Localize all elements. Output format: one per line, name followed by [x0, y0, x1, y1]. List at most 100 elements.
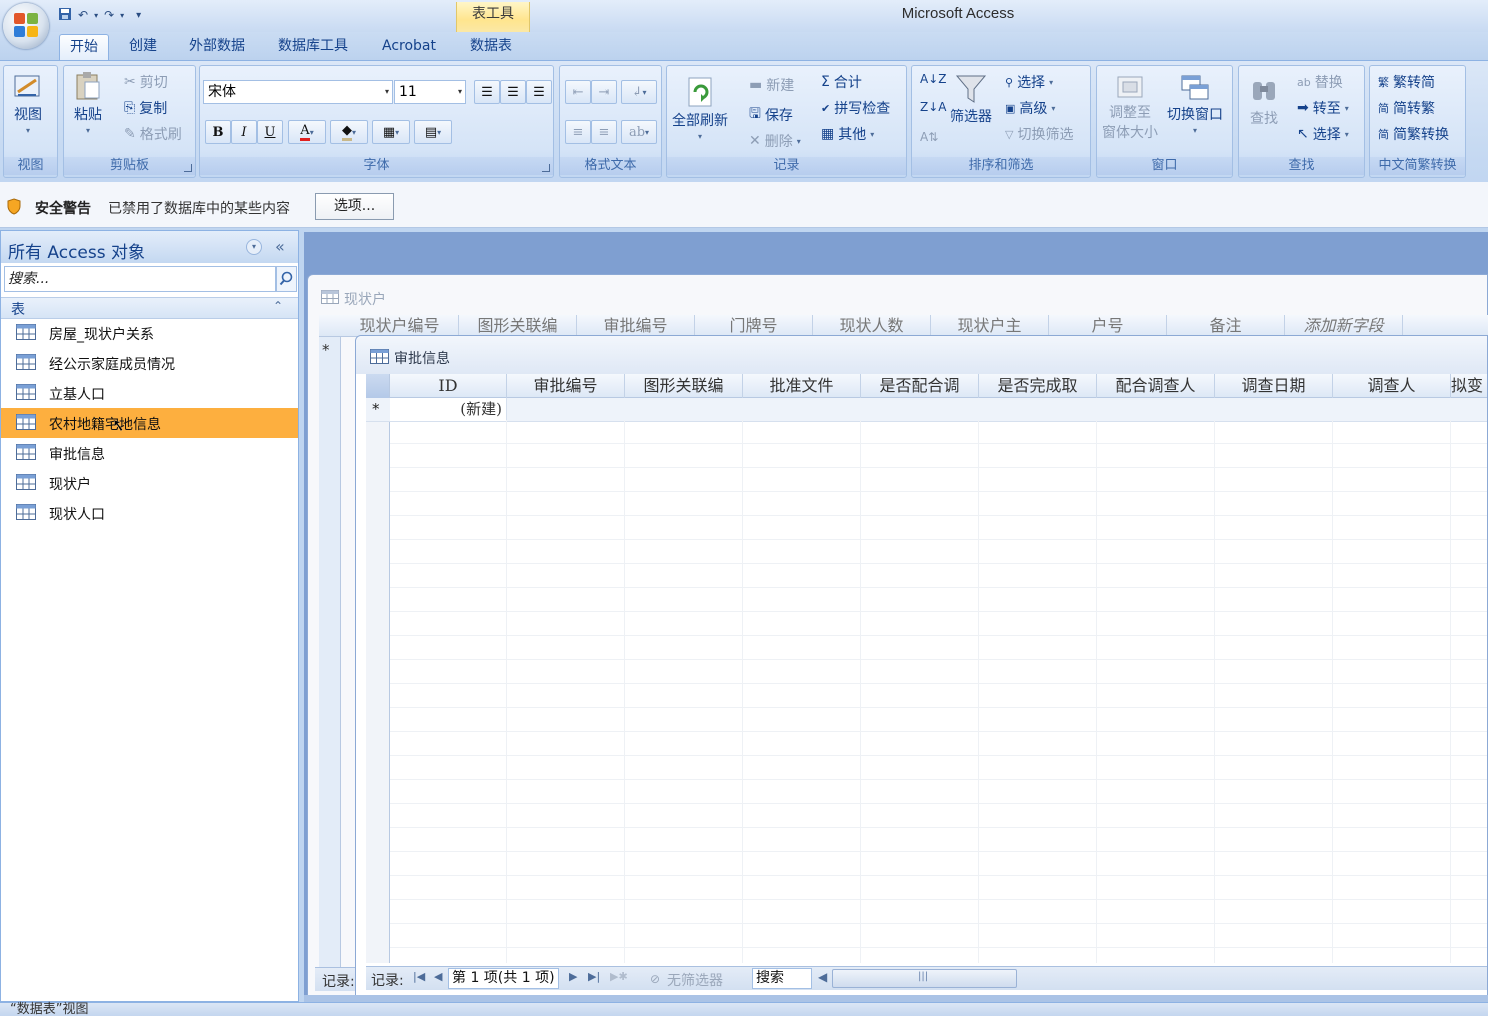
- new-record-button[interactable]: ▬ 新建: [749, 75, 794, 95]
- gridlines-button[interactable]: ▦ ▾: [372, 120, 410, 144]
- tab-create[interactable]: 创建: [118, 34, 168, 60]
- tab-database-tools[interactable]: 数据库工具: [268, 34, 358, 60]
- alternate-fill-button[interactable]: ▤ ▾: [414, 120, 452, 144]
- tab-home[interactable]: 开始: [59, 34, 109, 60]
- column-header[interactable]: 拟变: [1451, 374, 1488, 398]
- format-painter-button[interactable]: ✎ 格式刷: [124, 124, 182, 144]
- sort-ascending-button[interactable]: A↓Z: [920, 72, 946, 86]
- nav-item[interactable]: 农村地籍宅地信息: [1, 408, 298, 438]
- refresh-all-button[interactable]: 全部刷新 ▾: [672, 76, 728, 141]
- column-header[interactable]: 是否配合调: [861, 374, 979, 398]
- save-record-button[interactable]: 🖫 保存: [749, 103, 793, 127]
- spelling-button[interactable]: ✔ 拼写检查: [821, 98, 890, 118]
- replace-button[interactable]: ab 替换: [1297, 72, 1343, 92]
- column-header[interactable]: 审批编号: [577, 315, 695, 337]
- column-header[interactable]: 现状户主: [931, 315, 1049, 337]
- font-color-button[interactable]: A ▾: [288, 120, 326, 144]
- table-window-front[interactable]: 审批信息 ID 审批编号 图形关联编 批准文件 是否配合调 是否完成取 配合调查人 调查日期调…: [355, 335, 1488, 996]
- selection-filter-button[interactable]: ⚲ 选择 ▾: [1005, 72, 1053, 92]
- new-record-id-cell[interactable]: (新建): [390, 398, 507, 421]
- column-header[interactable]: 图形关联编: [625, 374, 743, 398]
- new-record-row[interactable]: * (新建): [366, 398, 1487, 422]
- column-header[interactable]: 配合调查人: [1097, 374, 1215, 398]
- column-header[interactable]: 户号: [1049, 315, 1167, 337]
- paste-button[interactable]: 粘贴 ▾: [72, 70, 104, 135]
- nav-group-tables[interactable]: 表 ⌃: [1, 297, 298, 319]
- nav-search-button[interactable]: [276, 266, 297, 292]
- record-position-field[interactable]: 第 1 项(共 1 项): [448, 968, 559, 989]
- copy-button[interactable]: ⎘ 复制: [124, 98, 167, 118]
- column-header[interactable]: 现状户编号: [341, 315, 459, 337]
- simp-to-trad-button[interactable]: 简 简转繁: [1378, 98, 1435, 118]
- switch-windows-button[interactable]: 切换窗口 ▾: [1167, 74, 1223, 135]
- font-name-combo[interactable]: 宋体 ▾: [203, 80, 393, 104]
- view-button[interactable]: 视图 ▾: [12, 70, 44, 135]
- advanced-filter-button[interactable]: ▣ 高级 ▾: [1005, 98, 1055, 118]
- last-record-icon[interactable]: ▶|: [588, 970, 600, 983]
- scroll-left-icon[interactable]: ◀: [818, 970, 827, 984]
- paragraph-direction-button[interactable]: ↲ ▾: [621, 80, 657, 104]
- column-header[interactable]: 现状人数: [813, 315, 931, 337]
- tab-acrobat[interactable]: Acrobat: [372, 34, 446, 60]
- collapse-group-icon[interactable]: ⌃: [273, 299, 283, 313]
- tab-datasheet[interactable]: 数据表: [460, 34, 522, 60]
- new-record-nav-icon[interactable]: ▶✱: [610, 970, 628, 983]
- nav-item[interactable]: 现状户: [1, 468, 298, 498]
- toggle-filter-button[interactable]: ▽ 切换筛选: [1005, 124, 1073, 144]
- size-to-fit-button[interactable]: 调整至 窗体大小: [1102, 74, 1158, 142]
- next-record-icon[interactable]: ▶: [569, 970, 577, 983]
- nav-item[interactable]: 现状人口: [1, 498, 298, 528]
- nav-search-input[interactable]: 搜索...: [4, 266, 276, 292]
- italic-button[interactable]: I: [231, 120, 257, 144]
- align-center-button[interactable]: ☰: [500, 80, 526, 104]
- select-button[interactable]: ↖ 选择 ▾: [1297, 124, 1349, 144]
- record-search-input[interactable]: 搜索: [752, 968, 812, 989]
- cut-button[interactable]: ✂ 剪切: [124, 72, 168, 92]
- column-header[interactable]: 调查日期: [1215, 374, 1333, 398]
- sort-descending-button[interactable]: Z↓A: [920, 100, 946, 114]
- column-header[interactable]: 图形关联编: [459, 315, 577, 337]
- clipboard-launcher-icon[interactable]: [184, 164, 192, 172]
- font-launcher-icon[interactable]: [542, 164, 550, 172]
- nav-item[interactable]: 房屋_现状户关系: [1, 318, 298, 348]
- delete-record-button[interactable]: ✕ 删除 ▾: [749, 131, 801, 151]
- nav-item[interactable]: 审批信息: [1, 438, 298, 468]
- column-header[interactable]: 审批编号: [507, 374, 625, 398]
- nav-item[interactable]: 立基人口: [1, 378, 298, 408]
- options-button[interactable]: 选项...: [315, 193, 394, 220]
- align-right-button[interactable]: ☰: [526, 80, 552, 104]
- highlight-button[interactable]: ab ▾: [621, 120, 657, 144]
- select-all-corner[interactable]: [366, 374, 390, 398]
- column-header[interactable]: 添加新字段: [1285, 315, 1403, 337]
- goto-button[interactable]: ➡ 转至 ▾: [1297, 98, 1349, 118]
- nav-item[interactable]: 经公示家庭成员情况: [1, 348, 298, 378]
- trad-to-simp-button[interactable]: 繁 繁转简: [1378, 72, 1435, 92]
- column-header[interactable]: 是否完成取: [979, 374, 1097, 398]
- previous-record-icon[interactable]: ◀: [434, 970, 442, 983]
- numbering-button[interactable]: ≡: [565, 120, 591, 144]
- collapse-pane-icon[interactable]: «: [275, 237, 285, 256]
- column-header[interactable]: 调查人: [1333, 374, 1451, 398]
- tab-external-data[interactable]: 外部数据: [180, 34, 254, 60]
- align-left-button[interactable]: ☰: [474, 80, 500, 104]
- more-button[interactable]: ▦ 其他 ▾: [821, 124, 874, 144]
- column-header[interactable]: 批准文件: [743, 374, 861, 398]
- increase-indent-button[interactable]: ⇥: [591, 80, 617, 104]
- nav-title[interactable]: 所有 Access 对象: [8, 238, 145, 263]
- font-size-combo[interactable]: 11 ▾: [394, 80, 466, 104]
- first-record-icon[interactable]: |◀: [413, 970, 425, 983]
- office-button[interactable]: [3, 3, 49, 49]
- decrease-indent-button[interactable]: ⇤: [565, 80, 591, 104]
- nav-header[interactable]: 所有 Access 对象 ▾ «: [1, 231, 298, 263]
- totals-button[interactable]: Σ 合计: [821, 72, 862, 92]
- clear-sort-button[interactable]: A⇅: [920, 130, 938, 144]
- column-header[interactable]: 门牌号: [695, 315, 813, 337]
- bullets-button[interactable]: ≡: [591, 120, 617, 144]
- horizontal-scrollbar-thumb[interactable]: |||: [832, 969, 1017, 988]
- bold-button[interactable]: B: [205, 120, 231, 144]
- underline-button[interactable]: U: [257, 120, 283, 144]
- window-titlebar[interactable]: [356, 336, 1487, 374]
- fill-color-button[interactable]: ◆ ▾: [330, 120, 368, 144]
- convert-button[interactable]: 简 简繁转换: [1378, 124, 1449, 144]
- find-button[interactable]: 查找: [1249, 76, 1279, 128]
